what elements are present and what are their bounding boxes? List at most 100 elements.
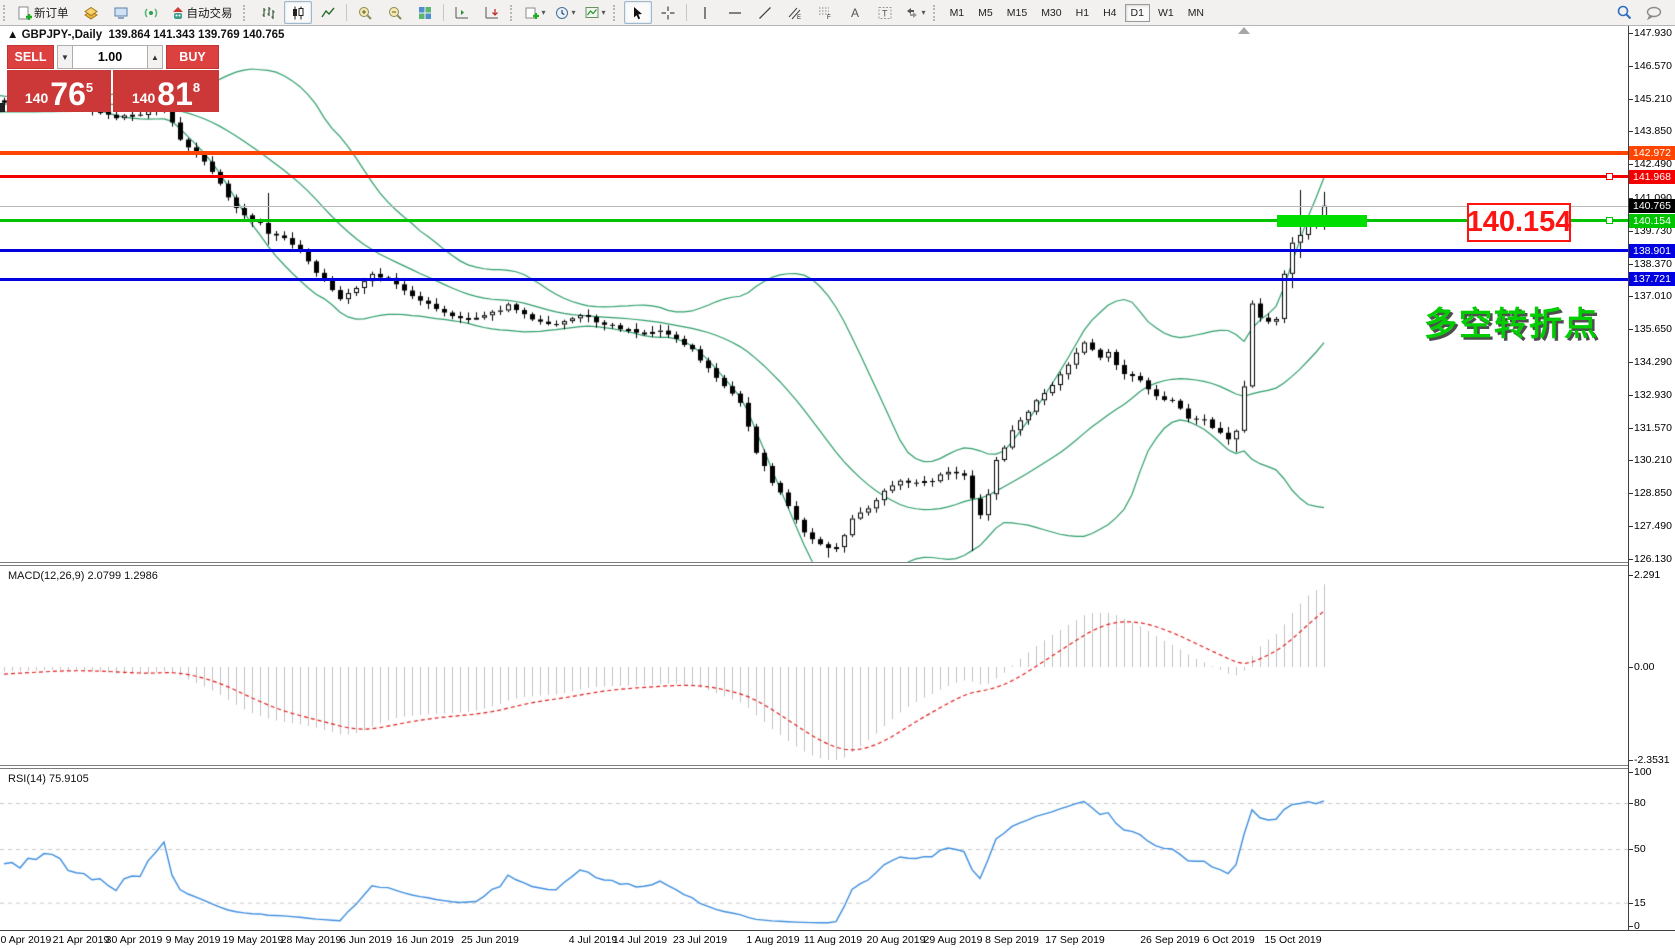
axis-tick-mark xyxy=(1629,231,1633,232)
toolbar-grip[interactable] xyxy=(933,5,939,21)
price-tick: 126.130 xyxy=(1634,553,1672,565)
time-axis[interactable]: 10 Apr 201921 Apr 201930 Apr 20199 May 2… xyxy=(0,930,1675,948)
price-tick: 147.930 xyxy=(1634,27,1672,39)
hline-140.154[interactable] xyxy=(0,219,1628,222)
price-tick: 137.010 xyxy=(1634,290,1672,302)
timeframe-button-m30[interactable]: M30 xyxy=(1035,4,1067,22)
chart-shift-marker[interactable] xyxy=(1238,27,1250,34)
timeframe-button-m5[interactable]: M5 xyxy=(972,4,999,22)
chart-canvas[interactable] xyxy=(0,25,1628,930)
zoom-in-button[interactable] xyxy=(351,1,379,24)
axis-tick-mark xyxy=(1629,772,1633,773)
autotrading-button[interactable]: 自动交易 xyxy=(167,1,239,24)
hline-142.972[interactable] xyxy=(0,151,1628,155)
toolbar-grip[interactable] xyxy=(243,5,249,21)
period-dropdown[interactable]: ▾ xyxy=(551,1,579,24)
pane-separator[interactable] xyxy=(0,562,1675,566)
mt4-window: 新订单 自动交易 ▾ ▾ ▾ E F A T ▾ xyxy=(0,0,1675,948)
bar-chart-button[interactable] xyxy=(254,1,282,24)
turning-point-annotation[interactable]: 多空转折点 xyxy=(1424,297,1599,345)
axis-tick-mark xyxy=(1629,33,1633,34)
date-label: 23 Jul 2019 xyxy=(673,934,727,946)
crosshair-button[interactable] xyxy=(654,1,682,24)
collapse-arrow-icon[interactable]: ▲ xyxy=(7,29,22,41)
current-price-line xyxy=(0,206,1628,207)
horizontal-line-button[interactable] xyxy=(721,1,749,24)
candlestick-chart-button[interactable] xyxy=(284,1,312,24)
svg-text:F: F xyxy=(827,15,831,21)
volume-input[interactable]: 1.00 xyxy=(73,45,147,69)
timeframe-button-m15[interactable]: M15 xyxy=(1001,4,1033,22)
hline-handle[interactable] xyxy=(1606,217,1613,224)
text-button[interactable]: A xyxy=(841,1,869,24)
templates-dropdown[interactable]: ▾ xyxy=(581,1,609,24)
timeframe-button-h1[interactable]: H1 xyxy=(1070,4,1095,22)
timeframe-button-d1[interactable]: D1 xyxy=(1125,4,1150,22)
fibonacci-button[interactable]: F xyxy=(811,1,839,24)
price-callout-140154[interactable]: 140.154 xyxy=(1467,203,1571,242)
volume-up-button[interactable]: ▲ xyxy=(147,45,163,69)
trendline-button[interactable] xyxy=(751,1,779,24)
date-label: 14 Jul 2019 xyxy=(613,934,667,946)
hline-138.901[interactable] xyxy=(0,249,1628,252)
search-icon xyxy=(1616,4,1633,21)
arrows-icon xyxy=(904,5,920,21)
green-highlight-box[interactable] xyxy=(1277,215,1367,227)
vertical-line-button[interactable] xyxy=(691,1,719,24)
toolbar-grip[interactable] xyxy=(613,5,619,21)
auto-scroll-button[interactable] xyxy=(478,1,506,24)
axis-tick-mark xyxy=(1629,131,1633,132)
buy-button[interactable]: BUY xyxy=(166,45,219,69)
date-label: 26 Sep 2019 xyxy=(1140,934,1200,946)
rsi-tick: 100 xyxy=(1634,766,1652,778)
timeframe-button-m1[interactable]: M1 xyxy=(944,4,971,22)
toolbar-grip[interactable] xyxy=(3,5,9,21)
zoom-out-button[interactable] xyxy=(381,1,409,24)
timeframe-button-mn[interactable]: MN xyxy=(1182,4,1210,22)
price-badge-138.901: 138.901 xyxy=(1629,244,1675,258)
horizontal-line-icon xyxy=(727,5,743,21)
date-label: 6 Oct 2019 xyxy=(1203,934,1254,946)
price-axis[interactable]: 147.930146.570145.210143.850142.490141.0… xyxy=(1628,25,1675,930)
price-badge-141.968: 141.968 xyxy=(1629,170,1675,184)
new-chart-dropdown[interactable]: ▾ xyxy=(521,1,549,24)
price-tick: 127.490 xyxy=(1634,520,1672,532)
text-label-button[interactable]: T xyxy=(871,1,899,24)
timeframe-button-h4[interactable]: H4 xyxy=(1097,4,1122,22)
crosshair-icon xyxy=(660,5,676,21)
timeframe-bar: M1M5M15M30H1H4D1W1MN xyxy=(943,4,1211,22)
profiles-button[interactable] xyxy=(77,1,105,24)
sell-price-sup: 5 xyxy=(86,80,93,95)
trade-panel-toggle[interactable] xyxy=(0,103,5,112)
chart-shift-icon xyxy=(454,5,470,21)
timeframe-button-w1[interactable]: W1 xyxy=(1152,4,1180,22)
sell-button[interactable]: SELL xyxy=(7,45,54,69)
hline-141.968[interactable] xyxy=(0,175,1628,178)
volume-down-button[interactable]: ▼ xyxy=(57,45,73,69)
cursor-button[interactable] xyxy=(624,1,652,24)
date-label: 4 Jul 2019 xyxy=(569,934,617,946)
pane-separator[interactable] xyxy=(0,765,1675,769)
chat-button[interactable] xyxy=(1640,1,1668,24)
line-chart-button[interactable] xyxy=(314,1,342,24)
buy-price-prefix: 140 xyxy=(132,90,155,106)
new-order-button[interactable]: 新订单 xyxy=(14,1,75,24)
toolbar-grip[interactable] xyxy=(510,5,516,21)
profiles-icon xyxy=(83,5,99,21)
equidistant-channel-button[interactable]: E xyxy=(781,1,809,24)
hline-handle[interactable] xyxy=(1606,173,1613,180)
signals-button[interactable] xyxy=(137,1,165,24)
new-order-label: 新订单 xyxy=(34,5,69,21)
sell-price-display[interactable]: 140765 xyxy=(7,70,111,112)
axis-tick-mark xyxy=(1629,575,1633,576)
tile-windows-button[interactable] xyxy=(411,1,439,24)
search-button[interactable] xyxy=(1610,1,1638,24)
arrows-dropdown[interactable]: ▾ xyxy=(901,1,929,24)
chart-shift-button[interactable] xyxy=(448,1,476,24)
autotrading-label: 自动交易 xyxy=(187,5,233,21)
metaeditor-button[interactable] xyxy=(107,1,135,24)
buy-price-display[interactable]: 140818 xyxy=(113,70,219,112)
one-click-trading-panel: SELL ▼ 1.00 ▲ BUY 140765 140818 xyxy=(7,45,219,112)
hline-137.721[interactable] xyxy=(0,278,1628,281)
date-label: 6 Jun 2019 xyxy=(340,934,392,946)
